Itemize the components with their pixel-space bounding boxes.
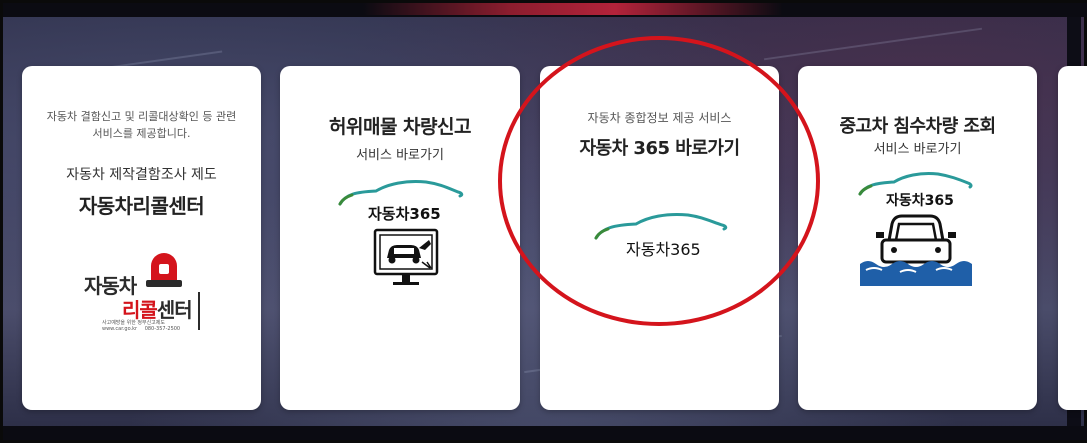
monitor-car-icon	[373, 228, 439, 285]
bg-streak	[763, 27, 983, 61]
card-subtitle: 자동차 제작결함조사 제도	[66, 167, 217, 183]
top-light-streak	[363, 3, 783, 15]
logo-divider	[198, 292, 200, 330]
logo-tagline: 사고예방을 위한 정부신고제도	[102, 320, 165, 326]
card-flooded-car-lookup[interactable]: 중고차 침수차량 조회 서비스 바로가기 자동차365	[798, 66, 1037, 410]
service-link[interactable]: 서비스 바로가기	[280, 144, 520, 163]
bottom-edge	[3, 426, 1087, 440]
card-description: 자동차 종합정보 제공 서비스	[587, 111, 732, 125]
card-title: 자동차리콜센터	[78, 194, 205, 218]
siren-icon	[146, 253, 182, 287]
card-title: 자동차 365 바로가기	[579, 138, 740, 159]
car365-logo-text: 자동차365	[626, 240, 701, 259]
desc-line: 서비스를 제공합니다.	[92, 127, 191, 140]
card-description: 자동차 결함신고 및 리콜대상확인 등 관련 서비스를 제공합니다.	[22, 108, 261, 142]
card-car365-shortcut[interactable]: 자동차 종합정보 제공 서비스 자동차 365 바로가기 자동차365	[540, 66, 779, 410]
service-link[interactable]: 서비스 바로가기	[798, 138, 1037, 157]
flooded-car-icon	[860, 214, 972, 286]
desc-line: 자동차 결함신고 및 리콜대상확인 등 관련	[46, 110, 237, 123]
recall-center-logo: 자동차 리콜센터 사고예방을 위한 정부신고제도 www.car.go.kr 0…	[80, 252, 210, 332]
logo-phone: 080-357-2500	[144, 326, 181, 332]
card-title: 허위매물 차량신고	[329, 116, 471, 138]
card-title: 중고차 침수차량 조회	[839, 116, 996, 137]
card-false-listing-report[interactable]: 허위매물 차량신고 서비스 바로가기 자동차365	[280, 66, 520, 410]
car365-logo-text: 자동차365	[368, 205, 441, 223]
logo-contact: www.car.go.kr 080-357-2500	[102, 326, 180, 332]
card-partial-next[interactable]	[1058, 66, 1087, 410]
card-recall-center[interactable]: 자동차 결함신고 및 리콜대상확인 등 관련 서비스를 제공합니다. 자동차 제…	[22, 66, 261, 410]
car365-logo-text: 자동차365	[886, 193, 954, 209]
logo-url: www.car.go.kr	[102, 326, 138, 332]
